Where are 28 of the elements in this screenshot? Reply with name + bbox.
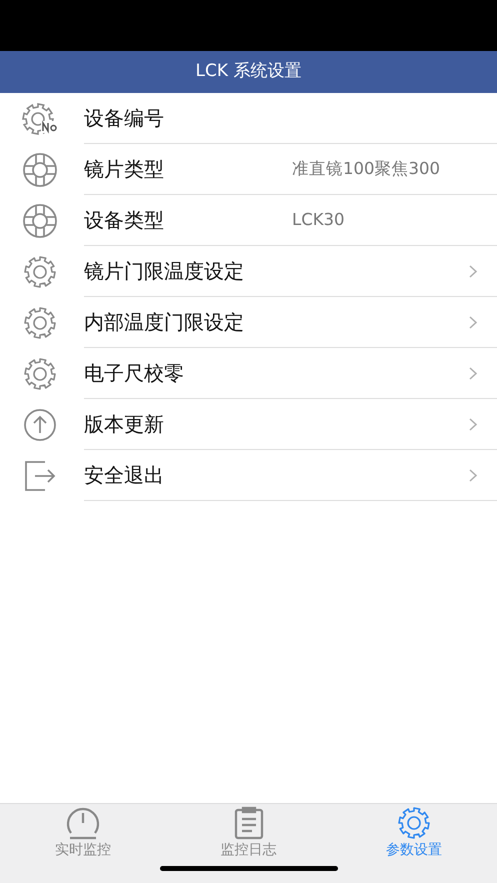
settings-row[interactable]: 设备类型 LCK30 xyxy=(0,195,497,246)
setting-label: 安全退出 xyxy=(84,462,165,489)
lifebuoy-icon xyxy=(22,202,58,238)
lifebuoy-icon xyxy=(22,152,58,188)
setting-label: 设备编号 xyxy=(84,105,165,132)
settings-row[interactable]: 内部温度门限设定 xyxy=(0,297,497,348)
setting-label: 电子尺校零 xyxy=(84,360,185,387)
gear-icon xyxy=(397,806,432,840)
settings-row[interactable]: 镜片门限温度设定 xyxy=(0,246,497,297)
gear-icon xyxy=(23,254,57,288)
setting-label: 设备类型 xyxy=(84,207,165,234)
setting-label: 内部温度门限设定 xyxy=(84,309,245,336)
gear-icon xyxy=(23,306,57,340)
settings-row[interactable]: 版本更新 xyxy=(0,399,497,450)
setting-value: 准直镜100聚焦300 xyxy=(292,158,441,180)
gear-icon xyxy=(23,356,57,390)
settings-row[interactable]: 电子尺校零 xyxy=(0,348,497,399)
exit-icon xyxy=(23,458,57,492)
upload-icon xyxy=(22,406,58,442)
screen-title: LCK 系统设置 xyxy=(196,60,302,84)
settings-row[interactable]: 镜片类型 准直镜100聚焦300 xyxy=(0,144,497,195)
settings-row[interactable]: 安全退出 xyxy=(0,450,497,501)
setting-label: 镜片类型 xyxy=(84,156,165,183)
setting-label: 版本更新 xyxy=(84,411,165,438)
gear-icon xyxy=(21,102,59,136)
setting-label: 镜片门限温度设定 xyxy=(84,258,245,285)
settings-row[interactable]: 设备编号 xyxy=(0,93,497,144)
setting-value: LCK30 xyxy=(292,208,346,231)
